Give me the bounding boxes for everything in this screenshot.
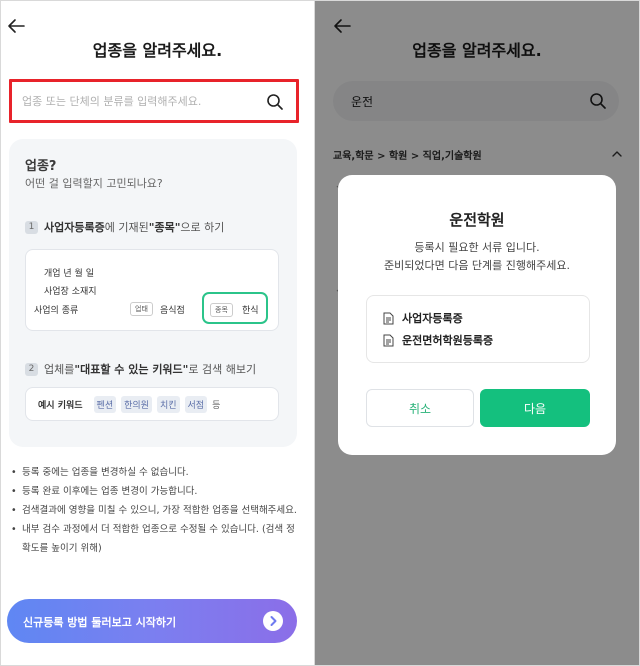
cancel-button[interactable]: 취소 (366, 389, 474, 427)
keyword-chip: 서점 (184, 395, 208, 413)
keyword-chip: 치킨 (156, 395, 180, 413)
dialog-description-line: 등록시 필요한 서류 입니다. (414, 241, 540, 254)
business-type-search[interactable] (9, 79, 299, 123)
keyword-example-label: 예시 키워드 (38, 400, 83, 411)
start-guide-button[interactable]: 신규등록 방법 둘러보고 시작하기 (7, 599, 297, 643)
required-documents-dialog: 운전학원 등록시 필요한 서류 입니다. 준비되었다면 다음 단계를 진행해주세… (338, 175, 616, 455)
left-screen: 업종을 알려주세요. 업종? 어떤 걸 입력할지 고민되나요? 1 사업자등록증… (1, 1, 314, 665)
step2-highlight: "대표할 수 있는 키워드" (74, 363, 189, 376)
item-value: 한식 (242, 306, 259, 316)
start-guide-label: 신규등록 방법 둘러보고 시작하기 (23, 616, 177, 629)
notice-item: 내부 검수 과정에서 더 적합한 업종으로 수정될 수 있습니다. (검색 정확… (11, 520, 301, 558)
registration-certificate-example: 개업 년 월 일 사업장 소재지 사업의 종류 업태 음식점 종목 한식 (25, 249, 279, 331)
business-category-tag: 업태 (130, 302, 153, 316)
guide-subheading: 어떤 걸 입력할지 고민되나요? (25, 177, 163, 190)
notice-list: 등록 중에는 업종을 변경하실 수 없습니다. 등록 완료 이후에는 업종 변경… (11, 463, 301, 558)
document-item: 사업자등록증 (383, 310, 463, 326)
notice-item: 검색결과에 영향을 미칠 수 있으니, 가장 적합한 업종을 선택해주세요. (11, 501, 301, 520)
keyword-suffix: 등 (212, 400, 221, 411)
item-highlight-box: 종목 한식 (202, 292, 268, 324)
step-number: 1 (25, 220, 38, 234)
guide-step-2: 2 업체를 "대표할 수 있는 키워드" 로 검색 해보기 (25, 361, 256, 377)
document-item: 운전면허학원등록증 (383, 332, 493, 348)
business-kind-label: 사업의 종류 (34, 306, 79, 316)
chevron-right-icon (263, 611, 283, 631)
step1-text-post: 으로 하기 (180, 221, 225, 234)
required-documents-list: 사업자등록증 운전면허학원등록증 (366, 295, 590, 363)
step1-highlight-item: "종목" (148, 221, 181, 234)
item-tag: 종목 (210, 303, 233, 317)
notice-item: 등록 중에는 업종을 변경하실 수 없습니다. (11, 463, 301, 482)
dialog-description: 등록시 필요한 서류 입니다. 준비되었다면 다음 단계를 진행해주세요. (338, 239, 616, 275)
document-name: 사업자등록증 (402, 312, 463, 325)
page-title: 업종을 알려주세요. (92, 41, 223, 60)
back-arrow-icon[interactable] (5, 15, 27, 37)
step1-highlight-doc: 사업자등록증 (44, 221, 105, 234)
opening-date-label: 개업 년 월 일 (44, 269, 94, 279)
dialog-title: 운전학원 (449, 211, 505, 229)
dialog-description-line: 준비되었다면 다음 단계를 진행해주세요. (383, 259, 571, 272)
business-location-label: 사업장 소재지 (44, 287, 97, 297)
step2-text-post: 로 검색 해보기 (188, 363, 257, 376)
step1-text-mid: 에 기재된 (104, 221, 149, 234)
step-number: 2 (25, 362, 38, 376)
next-button[interactable]: 다음 (480, 389, 590, 427)
document-name: 운전면허학원등록증 (402, 334, 494, 347)
search-input[interactable] (22, 87, 258, 115)
keyword-chip: 펜션 (93, 395, 117, 413)
guide-step-1: 1 사업자등록증 에 기재된 "종목" 으로 하기 (25, 219, 224, 235)
document-icon (383, 334, 394, 346)
keyword-example-card: 예시 키워드 펜션 한의원 치킨 서점 등 (25, 387, 279, 421)
notice-item: 등록 완료 이후에는 업종 변경이 가능합니다. (11, 482, 301, 501)
business-category-value: 음식점 (160, 306, 185, 316)
guide-panel: 업종? 어떤 걸 입력할지 고민되나요? 1 사업자등록증 에 기재된 "종목"… (9, 139, 297, 447)
keyword-chip: 한의원 (121, 395, 152, 413)
guide-heading: 업종? (25, 159, 57, 174)
document-icon (383, 312, 394, 324)
search-icon[interactable] (266, 93, 284, 111)
step2-text-pre: 업체를 (44, 363, 75, 376)
